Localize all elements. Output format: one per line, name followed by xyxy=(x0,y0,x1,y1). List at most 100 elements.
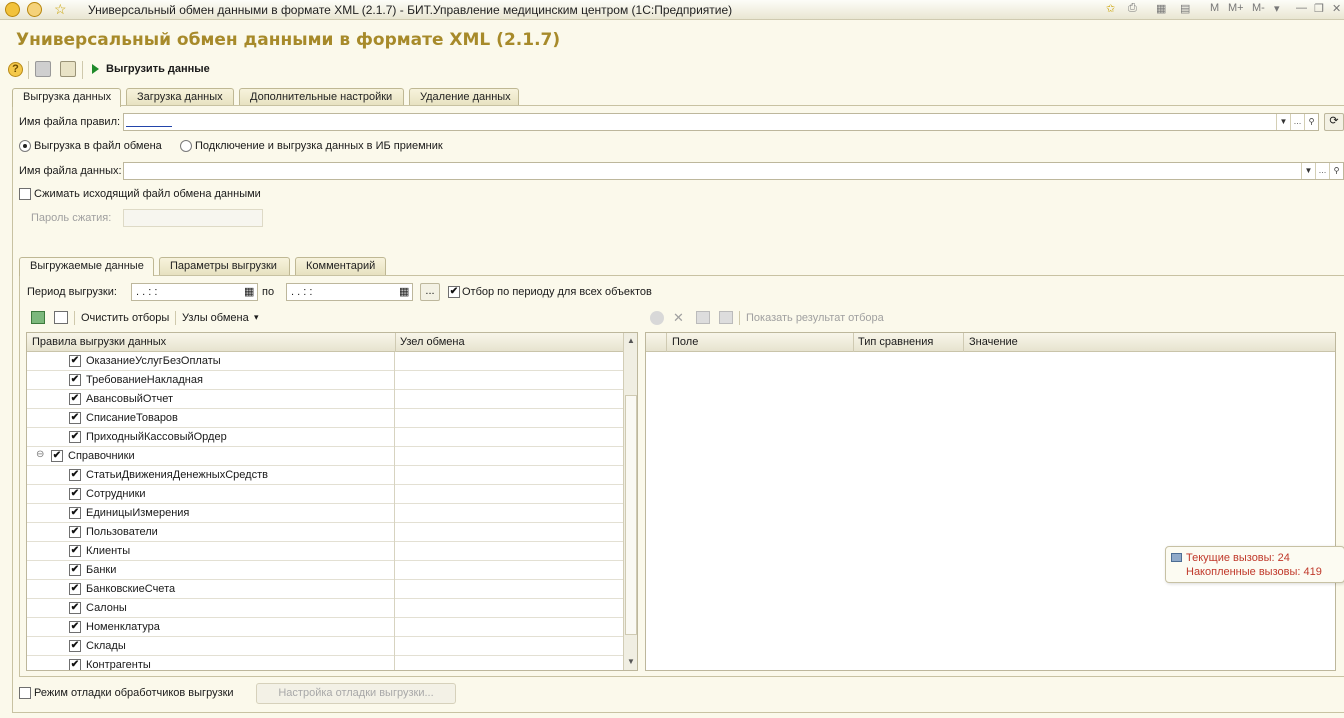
delete-filter-icon[interactable]: ✕ xyxy=(673,310,684,326)
calendar-icon[interactable]: ▦ xyxy=(399,285,409,298)
chevron-down-icon[interactable]: ▾ xyxy=(254,312,259,323)
col-compare-header[interactable]: Тип сравнения xyxy=(858,336,933,348)
export-to-file-radio[interactable] xyxy=(19,140,31,152)
rules-row[interactable]: ✔ Салоны xyxy=(27,599,623,618)
search-icon[interactable]: ⚲ xyxy=(1329,163,1343,179)
memory-mplus-button[interactable]: M+ xyxy=(1228,2,1244,14)
rules-file-input[interactable]: ▼ … ⚲ xyxy=(123,113,1319,131)
chevron-down-icon[interactable]: ▼ xyxy=(1276,114,1290,130)
show-filter-result-button[interactable]: Показать результат отбора xyxy=(746,312,884,324)
period-from-input[interactable]: . . : : ▦ xyxy=(131,283,258,301)
rules-row[interactable]: ✔ Сотрудники xyxy=(27,485,623,504)
rules-row[interactable]: ✔ Пользователи xyxy=(27,523,623,542)
rules-row[interactable]: ✔ Контрагенты xyxy=(27,656,623,670)
app-logo-icon[interactable] xyxy=(5,2,20,17)
debug-settings-button[interactable]: Настройка отладки выгрузки... xyxy=(256,683,456,704)
rules-row[interactable]: ✔ СписаниеТоваров xyxy=(27,409,623,428)
rule-checkbox[interactable]: ✔ xyxy=(69,640,81,652)
compress-checkbox[interactable] xyxy=(19,188,31,200)
export-to-ib-radio[interactable] xyxy=(180,140,192,152)
print-icon[interactable]: ⎙ xyxy=(1128,2,1137,15)
rule-checkbox[interactable]: ✔ xyxy=(69,393,81,405)
rule-checkbox[interactable]: ✔ xyxy=(69,583,81,595)
rule-checkbox[interactable]: ✔ xyxy=(51,450,63,462)
performance-indicator[interactable]: Текущие вызовы: 24 Накопленные вызовы: 4… xyxy=(1165,546,1344,583)
rules-row[interactable]: ✔ Клиенты xyxy=(27,542,623,561)
rule-checkbox[interactable]: ✔ xyxy=(69,412,81,424)
export-run-icon[interactable] xyxy=(92,64,99,74)
copy-filter-icon[interactable] xyxy=(696,311,710,324)
save-settings-icon[interactable] xyxy=(60,61,76,77)
col-rules-header[interactable]: Правила выгрузки данных xyxy=(32,336,166,348)
scroll-down-icon[interactable]: ▼ xyxy=(624,654,637,669)
rule-checkbox[interactable]: ✔ xyxy=(69,355,81,367)
minimize-icon[interactable]: — xyxy=(1296,2,1307,14)
tab-additional-settings[interactable]: Дополнительные настройки xyxy=(239,88,404,106)
rule-checkbox[interactable]: ✔ xyxy=(69,488,81,500)
rules-row[interactable]: ✔ АвансовыйОтчет xyxy=(27,390,623,409)
chevron-down-icon[interactable]: ▼ xyxy=(1301,163,1315,179)
export-rules-grid[interactable]: Правила выгрузки данных Узел обмена ✔ Ока… xyxy=(26,332,638,671)
period-select-button[interactable]: ... xyxy=(420,283,440,301)
tab-export-data[interactable]: Выгрузка данных xyxy=(12,88,121,107)
memory-m-button[interactable]: M xyxy=(1210,2,1219,14)
col-field-header[interactable]: Поле xyxy=(672,336,698,348)
rule-checkbox[interactable]: ✔ xyxy=(69,526,81,538)
paste-filter-icon[interactable] xyxy=(719,311,733,324)
rules-row[interactable]: ✔ Номенклатура xyxy=(27,618,623,637)
col-value-header[interactable]: Значение xyxy=(969,336,1018,348)
more-options-icon[interactable]: … xyxy=(1290,114,1304,130)
load-settings-icon[interactable] xyxy=(35,61,51,77)
export-data-button[interactable]: Выгрузить данные xyxy=(106,63,210,75)
rule-checkbox[interactable]: ✔ xyxy=(69,659,81,670)
filter-grid[interactable]: Поле Тип сравнения Значение xyxy=(645,332,1336,671)
clear-filters-button[interactable]: Очистить отборы xyxy=(81,312,169,324)
refresh-rules-icon[interactable]: ⟳ xyxy=(1324,113,1344,131)
rule-checkbox[interactable]: ✔ xyxy=(69,602,81,614)
debug-mode-checkbox[interactable] xyxy=(19,687,31,699)
tab-import-data[interactable]: Загрузка данных xyxy=(126,88,234,106)
exchange-nodes-menu[interactable]: Узлы обмена xyxy=(182,312,249,324)
tab-comment[interactable]: Комментарий xyxy=(295,257,386,275)
favorite-star-icon[interactable]: ☆ xyxy=(54,1,67,18)
close-icon[interactable]: ✕ xyxy=(1332,2,1341,15)
collapse-icon[interactable]: ⊖ xyxy=(36,449,44,460)
help-icon[interactable]: ? xyxy=(8,62,23,77)
rule-checkbox[interactable]: ✔ xyxy=(69,431,81,443)
chevron-down-icon[interactable]: ▾ xyxy=(1274,2,1280,15)
rules-row[interactable]: ✔ СтатьиДвиженияДенежныхСредств xyxy=(27,466,623,485)
rules-row[interactable]: ✔ Склады xyxy=(27,637,623,656)
rule-checkbox[interactable]: ✔ xyxy=(69,564,81,576)
scroll-up-icon[interactable]: ▲ xyxy=(624,333,637,348)
tab-exported-data[interactable]: Выгружаемые данные xyxy=(19,257,154,276)
calendar-icon[interactable]: ▦ xyxy=(244,285,254,298)
rule-checkbox[interactable]: ✔ xyxy=(69,507,81,519)
memory-mminus-button[interactable]: M- xyxy=(1252,2,1265,14)
rules-row[interactable]: ✔ ПриходныйКассовыйОрдер xyxy=(27,428,623,447)
calendar-icon[interactable]: ▤ xyxy=(1180,2,1190,15)
rule-checkbox[interactable]: ✔ xyxy=(69,374,81,386)
bookmarks-icon[interactable]: ✩ xyxy=(1106,2,1115,15)
rules-row[interactable]: ✔ ЕдиницыИзмерения xyxy=(27,504,623,523)
uncheck-all-icon[interactable] xyxy=(54,311,68,324)
add-filter-icon[interactable] xyxy=(650,311,664,325)
period-to-input[interactable]: . . : : ▦ xyxy=(286,283,413,301)
rule-checkbox[interactable]: ✔ xyxy=(69,545,81,557)
col-node-header[interactable]: Узел обмена xyxy=(400,336,465,348)
period-all-objects-checkbox[interactable]: ✔ xyxy=(448,286,460,298)
tab-delete-data[interactable]: Удаление данных xyxy=(409,88,519,106)
calculator-icon[interactable]: ▦ xyxy=(1156,2,1166,15)
rules-row[interactable]: ✔ ОказаниеУслугБезОплаты xyxy=(27,352,623,371)
tab-export-parameters[interactable]: Параметры выгрузки xyxy=(159,257,290,275)
restore-icon[interactable]: ❐ xyxy=(1314,2,1324,15)
menu-dropdown-icon[interactable] xyxy=(27,2,42,17)
more-options-icon[interactable]: … xyxy=(1315,163,1329,179)
rule-checkbox[interactable]: ✔ xyxy=(69,621,81,633)
scrollbar-thumb[interactable] xyxy=(625,395,637,635)
rules-row[interactable]: ⊖ ✔ Справочники xyxy=(27,447,623,466)
data-file-input[interactable]: ▼ … ⚲ xyxy=(123,162,1344,180)
rule-checkbox[interactable]: ✔ xyxy=(69,469,81,481)
rules-row[interactable]: ✔ Банки xyxy=(27,561,623,580)
password-input[interactable] xyxy=(123,209,263,227)
rules-row[interactable]: ✔ ТребованиеНакладная xyxy=(27,371,623,390)
